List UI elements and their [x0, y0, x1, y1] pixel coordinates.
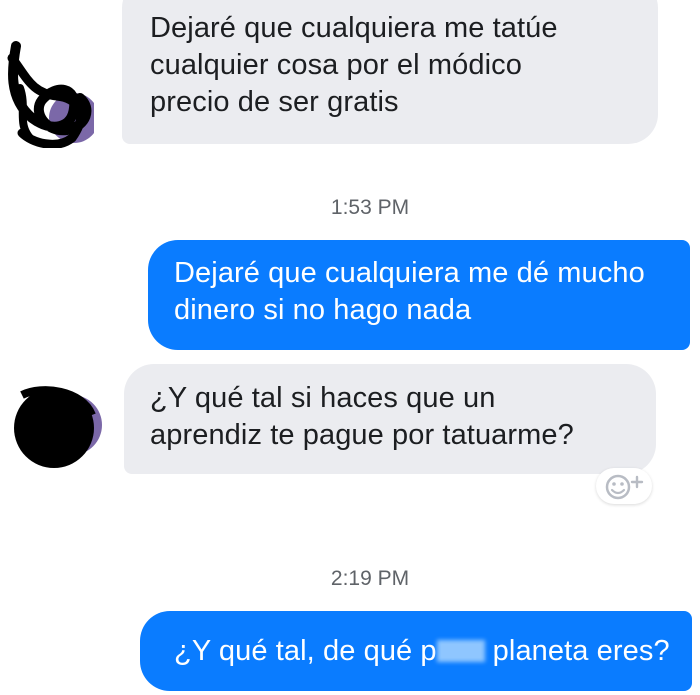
- message-timestamp: 1:53 PM: [330, 196, 410, 219]
- add-reaction-button[interactable]: [596, 468, 652, 504]
- scribble-icon: [14, 386, 102, 468]
- contact-avatar-scribbled: [2, 38, 94, 148]
- message-text: ¿Y qué tal, de qué p: [174, 635, 437, 667]
- incoming-message[interactable]: ¿Y qué tal si haces que un aprendiz te p…: [124, 364, 656, 474]
- message-text: planeta eres?: [492, 635, 670, 667]
- outgoing-message[interactable]: ¿Y qué tal, de qué p planeta eres?: [140, 611, 692, 691]
- censored-word: [436, 640, 485, 662]
- outgoing-message[interactable]: Dejaré que cualquiera me dé mucho dinero…: [148, 240, 690, 350]
- scribble-icon: [7, 41, 94, 148]
- message-timestamp: 2:19 PM: [330, 567, 410, 590]
- add-reaction-icon: [605, 474, 644, 500]
- contact-avatar-scribbled: [2, 380, 102, 475]
- incoming-message[interactable]: Dejaré que cualquiera me tatúe cualquier…: [122, 0, 658, 144]
